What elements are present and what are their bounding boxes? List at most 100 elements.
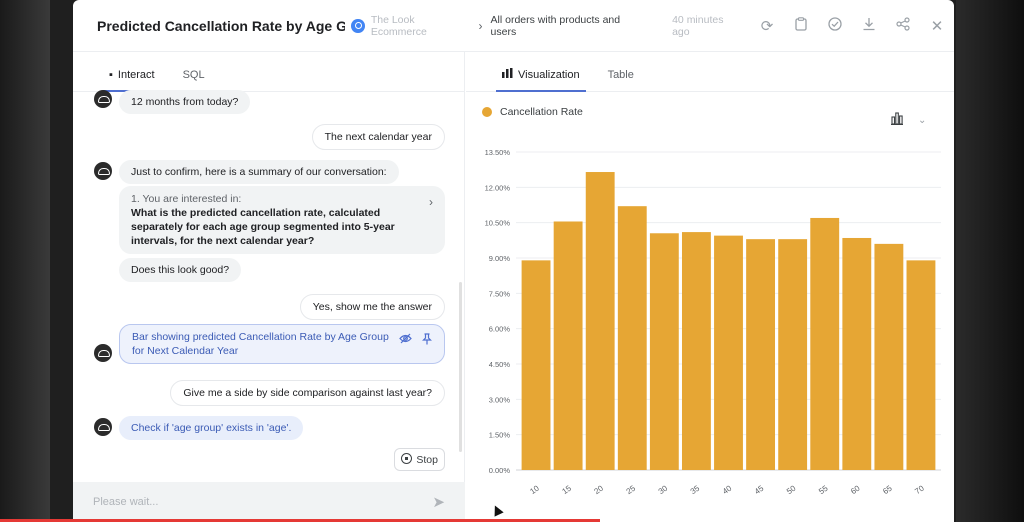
x-tick-label: 25: [625, 483, 638, 496]
legend-swatch: [482, 107, 492, 117]
bar[interactable]: [681, 232, 711, 470]
backdrop-right: [956, 0, 1024, 522]
x-tick-label: 20: [593, 483, 606, 496]
x-tick-label: 70: [913, 483, 926, 496]
check-circle-icon[interactable]: [818, 16, 852, 35]
bot-message: 12 months from today?: [119, 90, 251, 114]
chat-scrollbar[interactable]: [459, 282, 462, 452]
y-tick-label: 6.00%: [489, 325, 511, 334]
stop-button[interactable]: Stop: [394, 448, 445, 471]
tab-sql-label: SQL: [182, 69, 205, 81]
x-tick-label: 60: [849, 483, 862, 496]
chevron-right-icon[interactable]: ›: [429, 195, 433, 209]
bot-avatar-icon: [94, 162, 112, 180]
x-tick-label: 55: [817, 483, 830, 496]
x-tick-label: 30: [657, 483, 670, 496]
data-source-icon: [351, 18, 365, 33]
y-tick-label: 13.50%: [485, 148, 511, 157]
x-tick-label: 45: [753, 483, 766, 496]
last-updated: 40 minutes ago: [672, 13, 724, 38]
result-title: Bar showing predicted Cancellation Rate …: [132, 331, 389, 357]
y-tick-label: 9.00%: [489, 254, 511, 263]
bar[interactable]: [649, 233, 679, 470]
y-tick-label: 10.50%: [485, 219, 511, 228]
share-icon[interactable]: [886, 16, 920, 35]
y-tick-label: 3.00%: [489, 395, 511, 404]
chevron-down-icon: ⌄: [918, 114, 927, 126]
visualization-pane: Visualization Table Cancellation Rate ⌄ …: [466, 52, 954, 522]
bar-chart-icon: [502, 68, 513, 81]
bar-chart-type-icon: [890, 112, 904, 128]
bar[interactable]: [810, 217, 840, 470]
eye-off-icon[interactable]: [399, 333, 412, 348]
tab-visualization-label: Visualization: [518, 68, 580, 81]
tab-table-label: Table: [607, 69, 634, 81]
bot-avatar-icon: [94, 90, 112, 108]
legend-label: Cancellation Rate: [500, 106, 583, 118]
user-message: Yes, show me the answer: [299, 294, 445, 320]
download-icon[interactable]: [852, 17, 886, 35]
y-tick-label: 12.00%: [485, 183, 511, 192]
chat-icon: ▪: [109, 69, 113, 81]
send-icon[interactable]: ➤: [432, 493, 445, 511]
chat-input[interactable]: [93, 496, 433, 508]
pin-icon[interactable]: [422, 333, 432, 349]
page-title: Predicted Cancellation Rate by Age G: [97, 17, 346, 34]
bar[interactable]: [714, 235, 743, 470]
x-tick-label: 40: [721, 483, 734, 496]
y-tick-label: 1.50%: [489, 431, 511, 440]
left-tabs: ▪ Interact SQL: [73, 52, 464, 92]
user-message: The next calendar year: [311, 124, 445, 150]
chat-input-bar: ➤: [73, 482, 465, 522]
stop-label: Stop: [416, 454, 438, 466]
x-tick-label: 65: [881, 483, 894, 496]
chat-thread: 12 months from today? The next calendar …: [73, 88, 465, 478]
bar[interactable]: [906, 260, 936, 470]
tab-visualization[interactable]: Visualization: [496, 68, 586, 92]
bar[interactable]: [778, 239, 808, 470]
bar[interactable]: [746, 239, 776, 470]
bar[interactable]: [585, 172, 615, 470]
breadcrumb: The Look Ecommerce › All orders with pro…: [351, 14, 644, 38]
bot-message: Does this look good?: [119, 258, 242, 282]
interact-pane: ▪ Interact SQL 12 months from today? The…: [73, 52, 465, 522]
summary-card[interactable]: 1. You are interested in: What is the pr…: [119, 186, 445, 254]
y-tick-label: 0.00%: [489, 466, 511, 475]
chevron-right-icon: ›: [478, 18, 483, 33]
breadcrumb-view[interactable]: All orders with products and users: [491, 14, 645, 38]
y-tick-label: 7.50%: [489, 289, 511, 298]
status-message: Check if 'age group' exists in 'age'.: [119, 416, 304, 440]
bot-message: Just to confirm, here is a summary of ou…: [119, 160, 399, 184]
x-tick-label: 35: [689, 483, 702, 496]
bar[interactable]: [874, 243, 904, 470]
explore-dialog: Predicted Cancellation Rate by Age G The…: [73, 0, 954, 522]
toolbar: ⟳ ✕: [750, 16, 954, 35]
user-message: Give me a side by side comparison agains…: [170, 380, 445, 406]
chart-legend[interactable]: Cancellation Rate: [482, 106, 583, 118]
breadcrumb-source[interactable]: The Look Ecommerce: [371, 14, 471, 38]
x-tick-label: 10: [528, 483, 541, 496]
summary-subtitle: 1. You are interested in:: [131, 193, 242, 205]
backdrop-left: [0, 0, 50, 522]
refresh-icon[interactable]: ⟳: [750, 17, 784, 35]
x-tick-label: 50: [785, 483, 798, 496]
bot-avatar-icon: [94, 418, 112, 436]
clipboard-icon[interactable]: [784, 16, 818, 35]
bar-chart: 0.00% 1.50% 3.00% 4.50% 6.00% 7.50% 9.00% 10.50…: [485, 148, 941, 496]
close-icon[interactable]: ✕: [920, 17, 954, 35]
right-tabs: Visualization Table: [466, 52, 954, 92]
result-card[interactable]: Bar showing predicted Cancellation Rate …: [119, 324, 445, 364]
bar[interactable]: [553, 221, 583, 470]
tab-table[interactable]: Table: [608, 69, 634, 91]
tab-interact-label: Interact: [117, 69, 155, 81]
bot-avatar-icon: [94, 344, 112, 362]
bar[interactable]: [521, 260, 551, 470]
bar[interactable]: [617, 206, 647, 470]
title-bar: Predicted Cancellation Rate by Age G The…: [73, 0, 954, 52]
chart-type-selector[interactable]: ⌄: [890, 112, 926, 128]
y-tick-label: 4.50%: [489, 360, 511, 369]
stop-icon: [401, 453, 413, 464]
summary-question: What is the predicted cancellation rate,…: [131, 207, 395, 247]
x-tick-label: 15: [560, 483, 573, 496]
bar[interactable]: [842, 237, 872, 470]
